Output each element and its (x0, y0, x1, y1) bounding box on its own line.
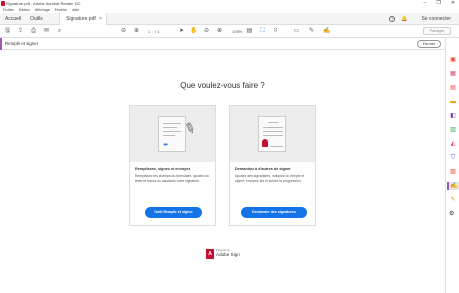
fill-sign-card[interactable]: ✒ ✎ Remplissez, signez et envoyez Rempli… (129, 105, 216, 226)
request-signatures-button-label: Demander des signatures (252, 210, 296, 214)
close-window-button[interactable]: ✕ (451, 0, 455, 7)
tab-tools[interactable]: Outils (30, 13, 43, 25)
tab-home[interactable]: Accueil (5, 13, 21, 25)
title-bar: Signature.pdf - Adobe Acrobat Reader DC … (0, 0, 459, 7)
highlight-pen-icon[interactable]: ✎ (308, 28, 315, 35)
document-icon (258, 116, 286, 152)
signature-scribble-icon: ✒ (163, 142, 169, 149)
zoom-in-icon[interactable]: ⊕ (216, 28, 223, 35)
window-controls: – ❐ ✕ (424, 0, 455, 7)
adobe-logo-icon: A (206, 249, 214, 259)
email-icon[interactable]: ✉ (43, 28, 50, 35)
send-for-review-icon[interactable]: ◭ (449, 140, 457, 148)
comment-icon[interactable]: ▬ (449, 98, 457, 106)
fill-sign-icon[interactable]: ✍ (447, 182, 459, 190)
page-current[interactable]: 1 (148, 28, 150, 35)
edit-pdf-icon[interactable]: ▦ (449, 70, 457, 78)
select-cursor-icon[interactable]: ➤ (178, 28, 185, 35)
marquee-zoom-icon[interactable]: ⛶ (259, 28, 266, 35)
fill-sign-button-label: Outil Remplir et signer (154, 210, 193, 214)
more-tools-icon[interactable]: ⚙ (449, 210, 454, 217)
close-tab-icon[interactable]: × (99, 13, 102, 25)
minimize-button[interactable]: – (424, 0, 427, 7)
upload-icon[interactable]: ⇪ (17, 28, 24, 35)
window-title: Signature.pdf - Adobe Acrobat Reader DC (6, 1, 81, 6)
adobe-sign-label: Adobe Sign (216, 252, 240, 257)
close-tool-button[interactable]: Fermer (417, 40, 441, 48)
page-total: / 1 (155, 29, 160, 34)
share-label: Partager (429, 29, 445, 33)
protect-icon[interactable]: ⛉ (449, 154, 457, 162)
zoom-level[interactable]: 105% (232, 28, 242, 35)
comment-icon[interactable]: ▭ (293, 28, 300, 35)
next-page-icon[interactable]: ⊕ (133, 28, 140, 35)
request-signatures-illustration (230, 106, 315, 162)
help-icon[interactable]: ? (389, 16, 396, 22)
fill-sign-title: Remplissez, signez et envoyez (135, 167, 191, 171)
combine-files-icon[interactable]: ◧ (449, 112, 457, 120)
tab-document[interactable]: Signature.pdf × (59, 13, 107, 25)
print-icon[interactable]: ⎙ (30, 28, 37, 35)
tool-accent-bar (0, 38, 2, 50)
account-controls: ? 🔔 Se connecter (389, 13, 451, 25)
tool-title: Remplir et signer (5, 41, 39, 46)
close-tool-label: Fermer (422, 42, 436, 46)
maximize-button[interactable]: ❐ (436, 0, 440, 7)
fill-sign-illustration: ✒ ✎ (130, 106, 215, 162)
share-button[interactable]: Partager (423, 27, 451, 35)
adobe-sign-logo: A Powered by Adobe Sign (206, 249, 240, 259)
send-for-signature-icon[interactable]: ✎ (449, 196, 457, 204)
scroll-mode-icon[interactable]: ⇳ (272, 28, 279, 35)
tools-pane: ▣ ▦ ▤ ▬ ◧ ▥ ◭ ⛉ ▧ ✍ ✎ ⚙ (445, 38, 459, 293)
notifications-icon[interactable]: 🔔 (401, 16, 407, 22)
request-signatures-button[interactable]: Demander des signatures (241, 207, 307, 218)
sign-in-link[interactable]: Se connecter (422, 16, 451, 22)
fit-page-icon[interactable]: ▤ (246, 28, 253, 35)
zoom-out-icon[interactable]: ⊖ (203, 28, 210, 35)
request-signatures-title: Demandez à d'autres de signer (235, 167, 291, 171)
export-pdf-icon[interactable]: ▤ (449, 84, 457, 92)
request-signatures-description: Ajoutez des signataires, indiquez où rem… (235, 174, 305, 183)
tool-header: Remplir et signer Fermer (0, 38, 445, 50)
prev-page-icon[interactable]: ⊖ (120, 28, 127, 35)
hand-tool-icon[interactable]: ✋ (190, 28, 197, 35)
sign-tool-icon[interactable]: ✍ (323, 28, 330, 35)
fill-sign-description: Remplissez les champs du formulaire, ajo… (135, 174, 209, 183)
request-signatures-card[interactable]: Demandez à d'autres de signer Ajoutez de… (229, 105, 316, 226)
toolbar: 🖫 ⇪ ⎙ ✉ ⌕ ⊖ ⊕ 1 / 1 ➤ ✋ ⊖ ⊕ 105% ▤ ⛶ ⇳ ▭… (0, 25, 459, 38)
acrobat-app-icon (1, 1, 5, 6)
tab-document-label: Signature.pdf (66, 16, 96, 22)
fill-sign-button[interactable]: Outil Remplir et signer (145, 207, 202, 218)
main-content: Que voulez-vous faire ? ✒ ✎ Remplissez, … (0, 50, 445, 293)
signature-seal-icon (262, 139, 268, 147)
create-pdf-icon[interactable]: ▣ (449, 56, 457, 64)
organize-pages-icon[interactable]: ▥ (449, 126, 457, 134)
save-icon[interactable]: 🖫 (4, 28, 11, 35)
page-question: Que voulez-vous faire ? (180, 81, 265, 90)
tab-bar: Accueil Outils Signature.pdf × ? 🔔 Se co… (0, 13, 459, 25)
export-icon[interactable]: ▧ (449, 168, 457, 176)
search-icon[interactable]: ⌕ (56, 28, 63, 35)
